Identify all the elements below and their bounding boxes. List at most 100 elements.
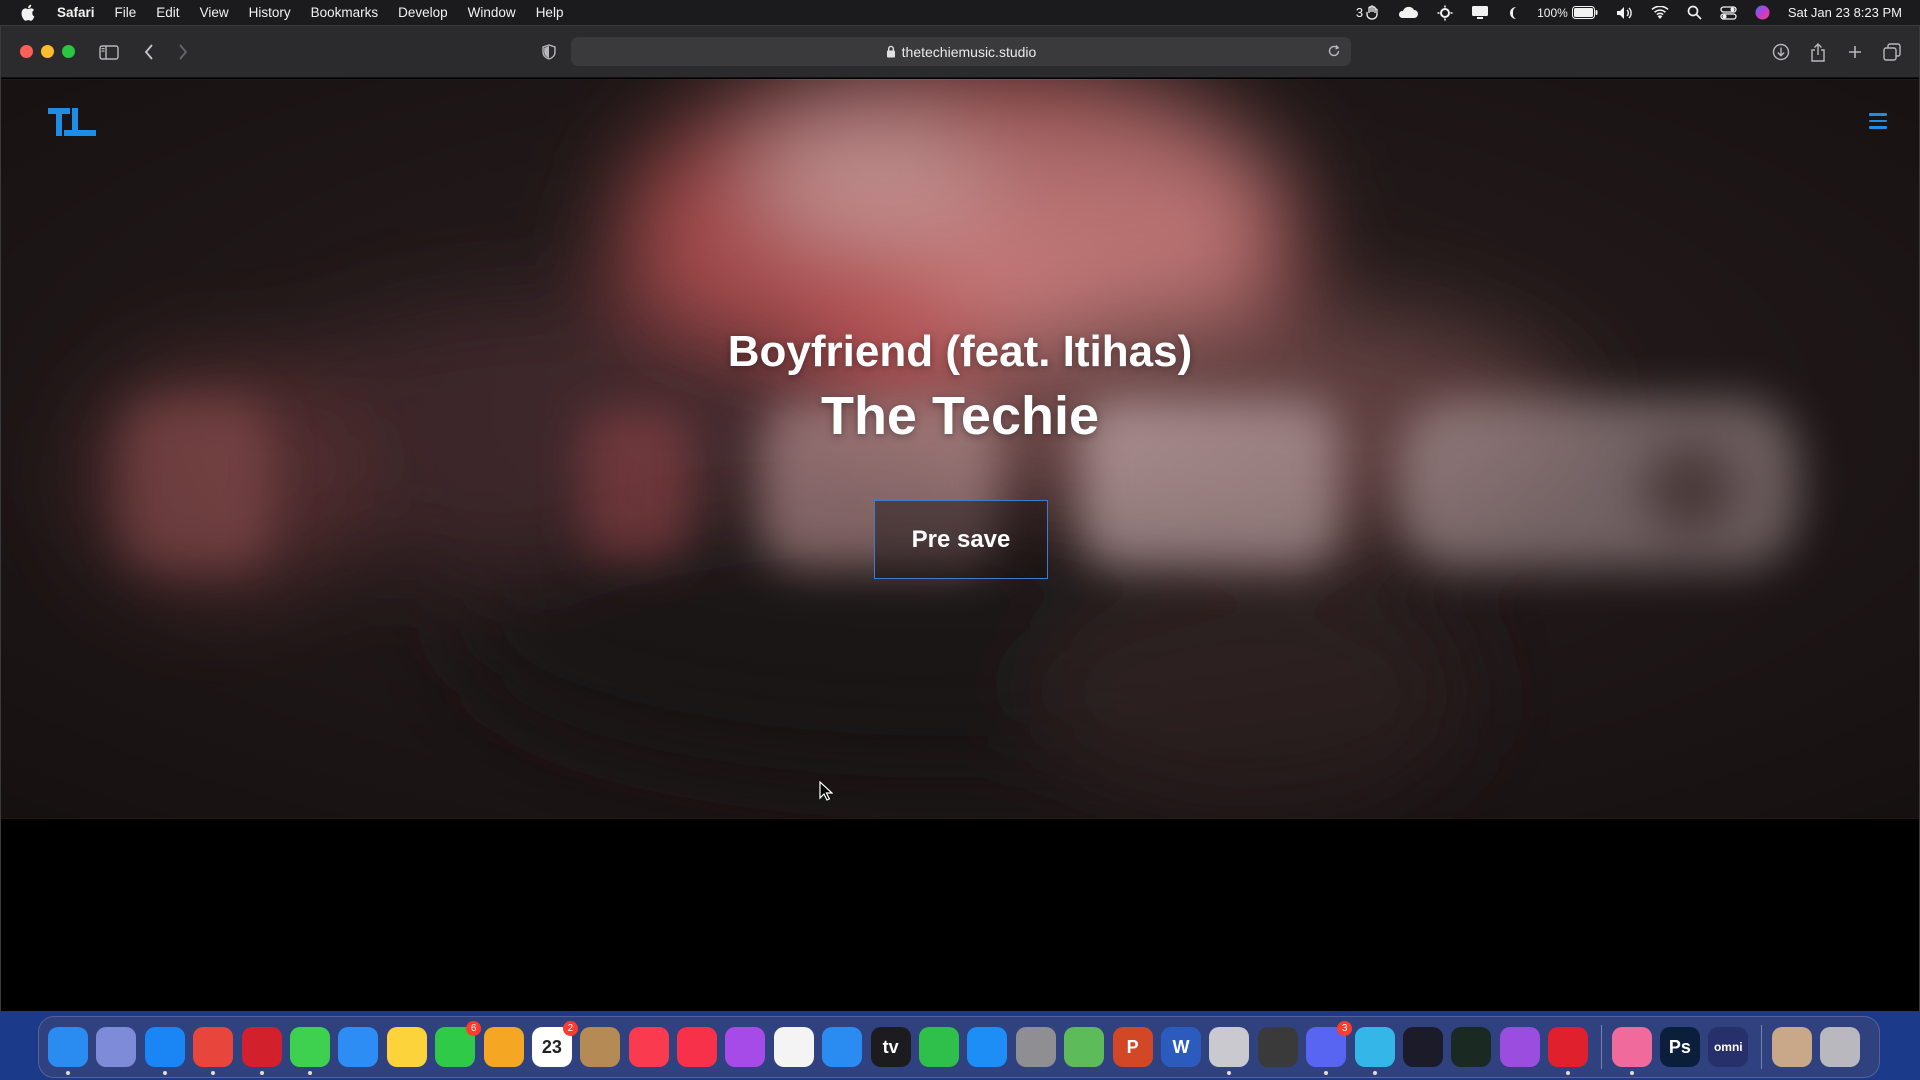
photoshop-icon[interactable]: Ps <box>1659 1027 1700 1067</box>
close-window-button[interactable] <box>20 45 33 58</box>
notes-icon[interactable] <box>386 1027 427 1067</box>
moon-icon[interactable] <box>1507 6 1519 20</box>
menu-window[interactable]: Window <box>468 5 516 20</box>
chrome-icon[interactable] <box>193 1027 234 1075</box>
notification-count: 3 <box>1355 5 1364 20</box>
cleanmymac-icon[interactable] <box>1611 1027 1652 1075</box>
running-indicator <box>162 1071 167 1075</box>
opera-icon[interactable] <box>241 1027 282 1075</box>
word-icon[interactable]: W <box>1160 1027 1201 1067</box>
downloads-folder-icon[interactable] <box>1771 1027 1812 1067</box>
feedback-icon[interactable] <box>1499 1027 1540 1067</box>
notification-counter[interactable]: 3 <box>1356 5 1379 20</box>
scroll-icon[interactable] <box>1402 1027 1443 1067</box>
reload-icon[interactable] <box>1327 44 1341 58</box>
share-icon[interactable] <box>1806 40 1830 64</box>
menu-file[interactable]: File <box>115 5 137 20</box>
clock[interactable]: Sat Jan 23 8:23 PM <box>1788 5 1902 20</box>
menu-edit[interactable]: Edit <box>156 5 179 20</box>
blurred-album-art <box>1 79 1919 819</box>
volume-icon[interactable] <box>1616 6 1633 20</box>
reminders-icon[interactable] <box>773 1027 814 1067</box>
apple-menu-icon[interactable] <box>20 4 37 21</box>
tv-icon[interactable]: tv <box>870 1027 911 1067</box>
menu-develop[interactable]: Develop <box>398 5 448 20</box>
omni-icon[interactable]: omni <box>1708 1027 1749 1067</box>
fullscreen-window-button[interactable] <box>62 45 75 58</box>
activity-monitor-icon[interactable] <box>1451 1027 1492 1067</box>
sidebar-toggle-icon[interactable] <box>97 40 121 64</box>
new-tab-icon[interactable] <box>1843 40 1867 64</box>
finalcut-icon[interactable] <box>1257 1027 1298 1067</box>
maps-icon[interactable] <box>1064 1027 1105 1067</box>
presave-button[interactable]: Pre save <box>874 500 1048 579</box>
dock-badge: 2 <box>562 1021 578 1036</box>
brightness-icon[interactable] <box>1437 5 1453 21</box>
hero-section: Boyfriend (feat. Itihas) The Techie Pre … <box>1 79 1919 819</box>
back-arrow-icon[interactable] <box>137 40 161 64</box>
trash-icon[interactable] <box>1820 1027 1861 1067</box>
running-indicator <box>1324 1071 1329 1075</box>
menu-history[interactable]: History <box>249 5 291 20</box>
facetime-icon[interactable]: 6 <box>435 1021 482 1067</box>
compressor-icon[interactable] <box>1209 1027 1250 1075</box>
display-icon[interactable] <box>1471 5 1489 20</box>
dock-app-label: 23 <box>541 1036 562 1057</box>
dock-app-label: Ps <box>1668 1036 1691 1057</box>
spotlight-search-icon[interactable] <box>1687 5 1702 20</box>
hamburger-menu-icon[interactable] <box>1869 113 1887 129</box>
music-icon[interactable] <box>628 1027 669 1067</box>
calendar-icon[interactable]: 23 2 <box>531 1021 578 1067</box>
dock: 6 23 2 tv P W 3 Ps omni <box>38 1016 1880 1078</box>
hand-icon[interactable] <box>1548 1027 1589 1075</box>
screens-icon[interactable] <box>1354 1027 1395 1075</box>
menubar: Safari File Edit View History Bookmarks … <box>0 0 1920 25</box>
dock-app-label: tv <box>882 1036 899 1057</box>
lock-icon <box>886 45 896 58</box>
launchpad-icon[interactable] <box>96 1027 137 1067</box>
settings-icon[interactable] <box>1015 1027 1056 1067</box>
control-center-icon[interactable] <box>1720 5 1737 20</box>
cloud-icon[interactable] <box>1397 6 1419 19</box>
news-icon[interactable] <box>677 1027 718 1067</box>
running-indicator <box>259 1071 264 1075</box>
forward-arrow-icon[interactable] <box>171 40 195 64</box>
mail-icon[interactable] <box>338 1027 379 1067</box>
battery-icon <box>1571 6 1598 19</box>
menu-view[interactable]: View <box>200 5 229 20</box>
powerpoint-icon[interactable]: P <box>1112 1027 1153 1067</box>
menu-app-name[interactable]: Safari <box>57 5 95 20</box>
dock-separator <box>1760 1025 1762 1069</box>
address-bar[interactable]: thetechiemusic.studio <box>571 37 1351 66</box>
dock-badge: 6 <box>466 1021 482 1036</box>
discord-icon[interactable]: 3 <box>1306 1021 1353 1075</box>
contacts-icon[interactable] <box>580 1027 621 1067</box>
privacy-shield-icon[interactable] <box>537 40 561 64</box>
wifi-icon[interactable] <box>1651 5 1669 20</box>
web-page: Boyfriend (feat. Itihas) The Techie Pre … <box>1 79 1919 1011</box>
numbers-icon[interactable] <box>919 1027 960 1067</box>
running-indicator <box>1629 1071 1634 1075</box>
safari-icon[interactable] <box>144 1027 185 1075</box>
photos-icon[interactable] <box>483 1027 524 1067</box>
downloads-icon[interactable] <box>1769 40 1793 64</box>
minimize-window-button[interactable] <box>41 45 54 58</box>
running-indicator <box>211 1071 216 1075</box>
siri-icon[interactable] <box>1755 5 1770 20</box>
dock-separator <box>1600 1025 1602 1069</box>
running-indicator <box>1566 1071 1571 1075</box>
finder-icon[interactable] <box>48 1027 88 1075</box>
menu-bookmarks[interactable]: Bookmarks <box>311 5 379 20</box>
appstore-icon[interactable] <box>967 1027 1008 1067</box>
battery-status[interactable]: 100% <box>1537 6 1598 20</box>
site-logo[interactable] <box>47 106 99 142</box>
messages-icon[interactable] <box>289 1027 330 1075</box>
menu-help[interactable]: Help <box>536 5 564 20</box>
keynote-icon[interactable] <box>822 1027 863 1067</box>
tab-overview-icon[interactable] <box>1880 40 1904 64</box>
dock-badge: 3 <box>1337 1021 1353 1036</box>
dock-app-label: P <box>1126 1036 1139 1057</box>
url-text: thetechiemusic.studio <box>901 43 1037 60</box>
podcasts-icon[interactable] <box>725 1027 766 1067</box>
running-indicator <box>66 1071 70 1075</box>
